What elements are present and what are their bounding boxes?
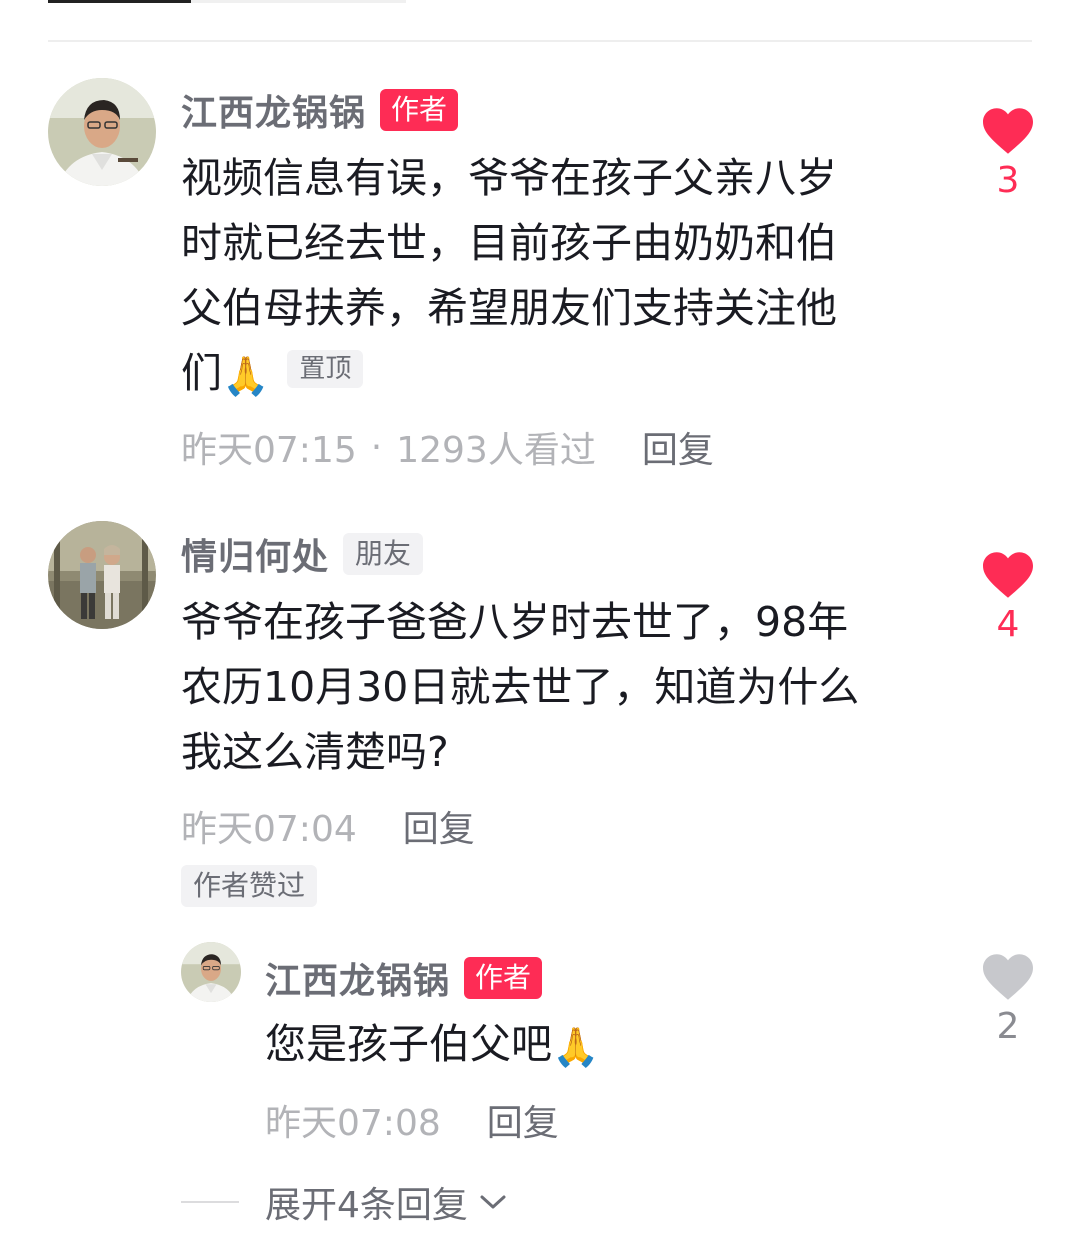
heart-icon [983, 552, 1033, 598]
comment-header: 江西龙锅锅 作者 [181, 84, 459, 136]
timestamp: 昨天07:15 [181, 430, 357, 471]
like-button[interactable]: 4 [976, 550, 1040, 645]
pray-emoji: 🙏 [222, 354, 270, 398]
comment-line: 时就已经去世，目前孩子由奶奶和伯 [181, 219, 837, 267]
heart-icon [983, 108, 1033, 154]
reply-header: 江西龙锅锅 作者 [265, 952, 543, 1004]
pray-emoji: 🙏 [552, 1025, 600, 1069]
comment-text: 爷爷在孩子爸爸八岁时去世了，98年 农历10月30日就去世了，知道为什么 我这么… [181, 590, 941, 785]
username[interactable]: 情归何处 [181, 528, 329, 580]
top-strip [48, 0, 191, 3]
divider [48, 40, 1032, 42]
reply-line: 您是孩子伯父吧 [265, 1020, 552, 1068]
view-count: 1293人看过 [396, 430, 596, 471]
timestamp: 昨天07:08 [265, 1103, 441, 1144]
comment-text: 视频信息有误，爷爷在孩子父亲八岁 时就已经去世，目前孩子由奶奶和伯 父伯母扶养，… [181, 146, 941, 409]
comment-line: 父伯母扶养，希望朋友们支持关注他 [181, 284, 837, 332]
separator-dot: · [370, 426, 383, 468]
reply-text: 您是孩子伯父吧🙏 [265, 1012, 945, 1080]
like-count: 3 [996, 160, 1020, 201]
reply-button[interactable]: 回复 [487, 1094, 559, 1146]
like-count: 2 [996, 1006, 1020, 1047]
reply-meta: 昨天07:08 回复 [265, 1094, 559, 1146]
avatar[interactable] [181, 942, 241, 1002]
author-liked-badge: 作者赞过 [181, 865, 318, 907]
heart-icon [983, 954, 1033, 1000]
comment-line-last: 们🙏 置顶 [181, 341, 941, 409]
author-badge: 作者 [464, 957, 543, 999]
friend-badge: 朋友 [343, 533, 424, 575]
pinned-badge: 置顶 [287, 350, 364, 388]
like-button[interactable]: 2 [976, 952, 1040, 1047]
comment-meta: 昨天07:15 · 1293人看过 回复 [181, 421, 714, 473]
avatar[interactable] [48, 521, 156, 629]
comment-line: 爷爷在孩子爸爸八岁时去世了，98年 [181, 598, 849, 646]
avatar[interactable] [48, 78, 156, 186]
like-button[interactable]: 3 [976, 106, 1040, 201]
comment-line: 们 [181, 349, 222, 397]
like-count: 4 [996, 604, 1020, 645]
top-strip-light [191, 0, 406, 3]
comment-line: 农历10月30日就去世了，知道为什么 [181, 663, 860, 711]
comment-header: 情归何处 朋友 [181, 528, 424, 580]
expand-label: 展开4条回复 [265, 1185, 468, 1226]
username[interactable]: 江西龙锅锅 [265, 952, 450, 1004]
comment-meta: 昨天07:04 回复 [181, 800, 475, 852]
reply-button[interactable]: 回复 [403, 800, 475, 852]
timestamp: 昨天07:04 [181, 809, 357, 850]
comment-line: 视频信息有误，爷爷在孩子父亲八岁 [181, 154, 837, 202]
divider-line [181, 1201, 239, 1203]
author-badge: 作者 [380, 89, 459, 131]
expand-replies-button[interactable]: 展开4条回复 [181, 1176, 508, 1228]
username[interactable]: 江西龙锅锅 [181, 84, 366, 136]
chevron-down-icon [480, 1195, 506, 1209]
comment-line: 我这么清楚吗? [181, 728, 449, 776]
reply-button[interactable]: 回复 [642, 421, 714, 473]
